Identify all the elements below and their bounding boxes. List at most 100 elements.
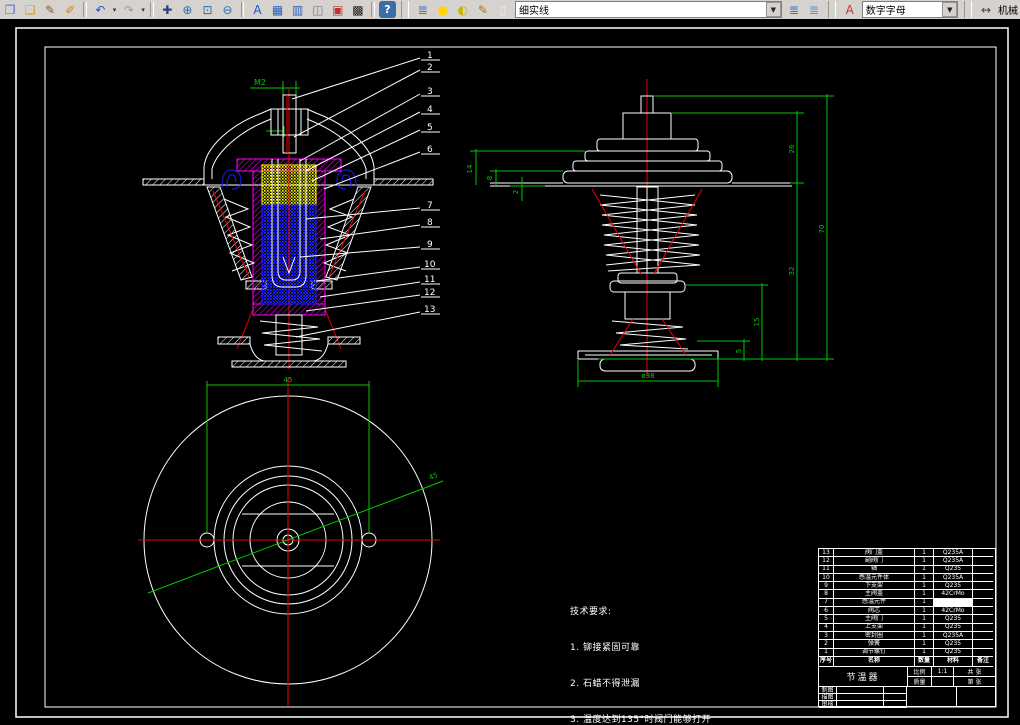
- bulb-half-icon[interactable]: ◐: [454, 1, 472, 19]
- bom-cell-no: 9: [819, 582, 834, 591]
- bom-cell-qty: 1: [915, 582, 934, 591]
- new-file-icon[interactable]: ❐: [1, 1, 19, 19]
- textstyle-dropdown-arrow[interactable]: ▼: [942, 2, 958, 17]
- dim-style-icon[interactable]: ↔: [977, 1, 995, 19]
- bom-cell-qty: 1: [915, 648, 934, 657]
- table-row: 8 主阀盖 1 42CrMo: [819, 590, 995, 599]
- bom-cell-name: 感温元件体: [834, 573, 915, 583]
- thread-dim-label: M2: [254, 78, 266, 87]
- bom-cell-name: 调节螺钉: [834, 648, 915, 657]
- svg-text:3: 3: [427, 87, 433, 97]
- bom-cell-qty: 1: [915, 598, 934, 608]
- bom-cell-no: 6: [819, 607, 834, 616]
- layers-icon[interactable]: ≣: [414, 1, 432, 19]
- bom-cell-material: Q235A: [934, 573, 973, 583]
- zoom-in-icon[interactable]: ⊕: [178, 1, 196, 19]
- textstyle-dropdown[interactable]: 数字字母 ▼: [861, 1, 959, 18]
- bom-header-cell: 数量: [915, 656, 934, 667]
- title-block-signatures: 制图 描图 审核: [819, 686, 995, 708]
- undo-icon[interactable]: ↶: [91, 1, 109, 19]
- svg-text:8: 8: [486, 176, 494, 180]
- bom-header-cell: 材料: [934, 656, 973, 667]
- techreq-item: 1. 铆接紧固可靠: [570, 643, 640, 653]
- help-icon[interactable]: ?: [378, 1, 396, 18]
- bulb-on-icon[interactable]: ●: [434, 1, 452, 19]
- dropdown-caret[interactable]: ▾: [139, 2, 148, 18]
- text-edit-icon[interactable]: A: [248, 1, 266, 19]
- bom-cell-note: [973, 624, 993, 632]
- bom-cell-qty: 1: [915, 549, 934, 558]
- bom-cell-note: [973, 582, 993, 591]
- toolbar-separator: [370, 2, 375, 17]
- open-file-icon[interactable]: ❏: [21, 1, 39, 19]
- linetype-swatch-icon[interactable]: ▯: [494, 1, 512, 19]
- color-pen-icon[interactable]: ✎: [474, 1, 492, 19]
- bom-cell-no: 5: [819, 615, 834, 624]
- bom-cell-note: [973, 599, 993, 608]
- toolbar-group-separator: [400, 1, 409, 18]
- bom-cell-material: 42CrMo: [934, 607, 973, 616]
- bom-cell-material: Q235A: [934, 557, 973, 566]
- techreq-item: 3. 温度达到135°时阀门能够打开: [570, 715, 712, 725]
- bom-cell-material: Q235: [934, 582, 973, 591]
- table-row: 3 密封圈 1 Q235A: [819, 631, 995, 641]
- page-edit-icon[interactable]: ✐: [61, 1, 79, 19]
- zoom-previous-icon[interactable]: ⊖: [219, 1, 237, 19]
- text-style-icon[interactable]: A: [841, 1, 859, 19]
- table-row: 1 调节螺钉 1 Q235: [819, 648, 995, 657]
- svg-text:4: 4: [427, 105, 433, 115]
- bom-cell-no: 4: [819, 623, 834, 632]
- bom-cell-name: 阀门盖: [834, 549, 915, 558]
- side-view: 14 8 2 26 32 70 15 5 ø38: [466, 79, 834, 387]
- redo-icon[interactable]: ↷: [120, 1, 138, 19]
- zoom-window-icon[interactable]: ⊡: [198, 1, 216, 19]
- bom-cell-name: 下支架: [834, 582, 915, 591]
- table-row: 10 感温元件体 1 Q235A: [819, 573, 995, 583]
- dropdown-caret[interactable]: ▾: [110, 2, 119, 18]
- sign-label: 制图: [819, 686, 837, 694]
- table-icon[interactable]: ▦: [269, 1, 287, 19]
- svg-text:26: 26: [788, 144, 796, 153]
- bom-cell-name: 上支架: [834, 623, 915, 632]
- layer-tool-b-icon[interactable]: ≣: [805, 1, 823, 19]
- bom-cell-qty: 1: [915, 631, 934, 641]
- sheets-label: 共 张: [954, 667, 995, 677]
- layer-tool-a-icon[interactable]: ≣: [785, 1, 803, 19]
- svg-text:14: 14: [466, 164, 474, 173]
- linetype-dropdown-arrow[interactable]: ▼: [765, 2, 781, 17]
- sheet-preview-icon[interactable]: ◫: [309, 1, 327, 19]
- svg-text:70: 70: [818, 225, 826, 234]
- bitmap-grid-icon[interactable]: ▩: [349, 1, 367, 19]
- bom-cell-no: 7: [819, 598, 834, 608]
- side-view-dims: 14 8 2 26 32 70 15 5 ø38: [466, 144, 826, 380]
- bom-cell-note: [973, 590, 993, 599]
- pan-hand-icon[interactable]: ✚: [158, 1, 176, 19]
- sign-label: 描图: [819, 693, 837, 701]
- bom-cell-material: Q235A: [934, 631, 973, 641]
- pen-icon[interactable]: ✎: [41, 1, 59, 19]
- linetype-dropdown[interactable]: 细实线 ▼: [515, 1, 782, 18]
- scale-label: 比例: [908, 666, 932, 677]
- part-name: 节温器: [819, 666, 908, 686]
- table-row: 6 阀芯 1 42CrMo: [819, 607, 995, 616]
- table-edit-icon[interactable]: ▥: [289, 1, 307, 19]
- bom-cell-material: Q235A: [934, 549, 973, 558]
- bom-cell-material: Q235: [934, 640, 973, 649]
- bom-cell-note: [973, 557, 993, 566]
- table-row: 12 副阀门 1 Q235A: [819, 557, 995, 566]
- bom-cell-name: 主阀盖: [834, 590, 915, 599]
- svg-text:11: 11: [424, 275, 435, 285]
- bom-cell-name: 弹簧: [834, 640, 915, 649]
- bottom-view-dims: 45 45: [284, 376, 440, 482]
- table-row: 11 轴 1 Q235: [819, 565, 995, 574]
- ole-object-icon[interactable]: ▣: [329, 1, 347, 19]
- svg-text:7: 7: [427, 201, 433, 211]
- bom-cell-no: 13: [819, 549, 834, 558]
- drawing-canvas[interactable]: M2 1 2 3 4 5 6 7 8 9 10 11 12 13 14 8 2 …: [0, 19, 1020, 725]
- bottom-view: 45 45: [138, 376, 444, 706]
- svg-text:8: 8: [427, 218, 433, 228]
- main-section-view: M2: [142, 78, 434, 369]
- table-row: 9 下支架 1 Q235: [819, 582, 995, 591]
- svg-text:1: 1: [427, 51, 433, 61]
- bom-cell-qty: 1: [915, 640, 934, 649]
